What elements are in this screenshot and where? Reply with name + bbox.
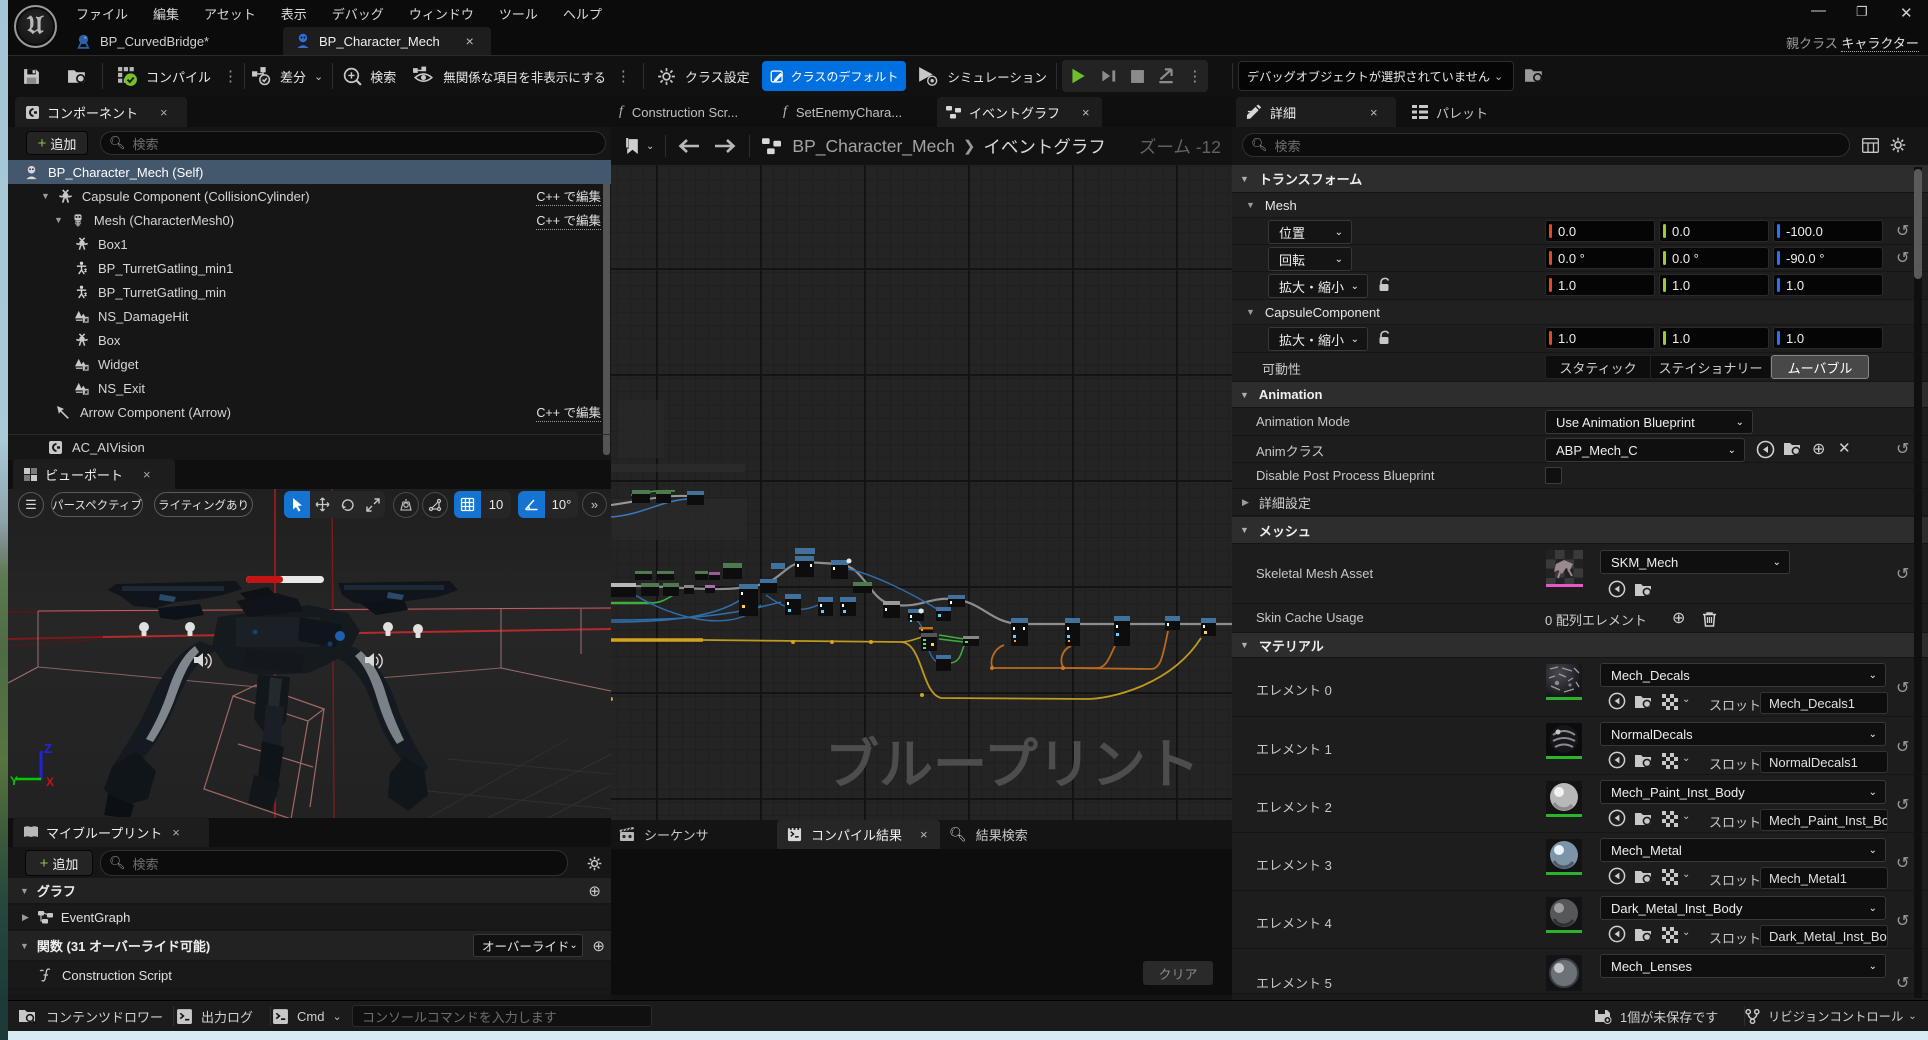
svg-text:X: X xyxy=(46,775,54,789)
svg-text:Y: Y xyxy=(10,774,18,788)
svg-text:Z: Z xyxy=(44,741,52,756)
svg-text:ブループリント: ブループリント xyxy=(825,734,1200,795)
